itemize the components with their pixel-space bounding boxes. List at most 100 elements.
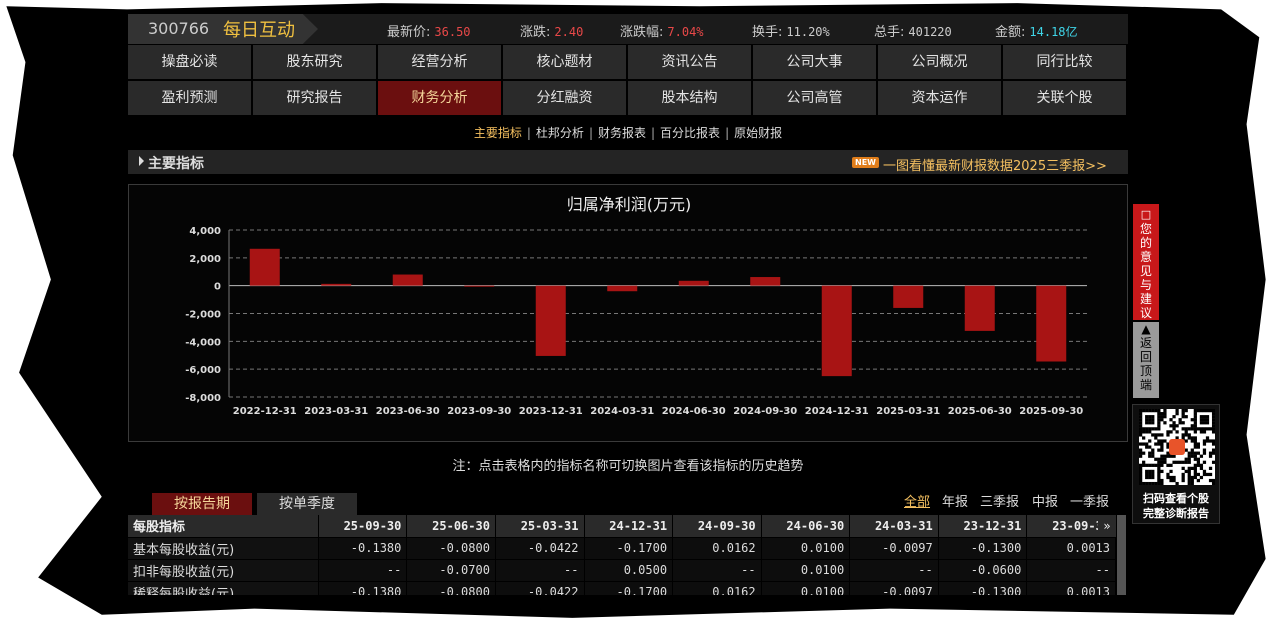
qr-module <box>1193 415 1197 419</box>
qr-module <box>1148 418 1152 422</box>
qr-module <box>1181 478 1185 483</box>
qr-module <box>1193 442 1197 446</box>
table-header-date: 24-09-30 <box>672 515 762 538</box>
nav-item-row1-1[interactable]: 股东研究 <box>253 45 376 79</box>
qr-module <box>1172 475 1176 480</box>
qr-module <box>1166 463 1170 467</box>
subnav-separator: | <box>526 126 531 140</box>
nav-item-row1-2[interactable]: 经营分析 <box>378 45 501 79</box>
qr-module <box>1157 457 1161 461</box>
nav-item-row1-3[interactable]: 核心题材 <box>503 45 626 79</box>
period-1[interactable]: 年报 <box>942 491 968 510</box>
period-4[interactable]: 一季报 <box>1070 491 1109 510</box>
qr-module <box>1178 421 1182 425</box>
qr-module <box>1181 433 1185 437</box>
qr-module <box>1139 433 1143 437</box>
quote-label: 涨跌: <box>520 25 551 40</box>
qr-module <box>1151 415 1155 419</box>
qr-module <box>1211 427 1215 431</box>
qr-module <box>1148 451 1152 455</box>
qr-module <box>1184 430 1188 434</box>
qr-module <box>1181 412 1185 416</box>
qr-module <box>1175 460 1179 464</box>
qr-module <box>1199 415 1204 419</box>
qr-module <box>1139 463 1143 467</box>
nav-item-row2-6[interactable]: 资本运作 <box>878 81 1001 115</box>
qr-module <box>1157 439 1161 443</box>
indicator-value: -0.1300 <box>938 581 1028 595</box>
qr-module <box>1160 442 1164 446</box>
qr-module <box>1163 412 1167 416</box>
period-3[interactable]: 中报 <box>1032 491 1058 510</box>
qr-module <box>1184 469 1188 474</box>
qr-module <box>1151 469 1155 474</box>
x-tick-label: 2022-12-31 <box>233 406 297 417</box>
qr-module <box>1181 460 1185 464</box>
subnav-item-0[interactable]: 主要指标 <box>472 126 524 140</box>
qr-module <box>1148 430 1152 434</box>
nav-item-row2-4[interactable]: 股本结构 <box>628 81 751 115</box>
table-scrollbar[interactable] <box>1117 515 1126 595</box>
qr-module <box>1202 418 1207 422</box>
qr-module <box>1181 427 1185 431</box>
bar-2024-06-30 <box>678 280 709 286</box>
tab-by-report-period[interactable]: 按报告期 <box>152 493 252 515</box>
indicator-value: -- <box>672 559 762 582</box>
nav-item-row2-3[interactable]: 分红融资 <box>503 81 626 115</box>
qr-module <box>1175 409 1179 413</box>
table-header-row: 每股指标 25-09-30 25-06-30 25-03-31 24-12-31 24-0… <box>128 515 1116 538</box>
nav-item-row2-7[interactable]: 关联个股 <box>1003 81 1126 115</box>
subnav-item-3[interactable]: 百分比报表 <box>658 126 722 140</box>
subnav-item-1[interactable]: 杜邦分析 <box>534 126 586 140</box>
nav-item-row2-1[interactable]: 研究报告 <box>253 81 376 115</box>
qr-module <box>1205 409 1210 413</box>
feedback-char: 见 <box>1139 264 1152 278</box>
feedback-button[interactable]: □ 您的意见与建议 <box>1133 204 1159 320</box>
nav-item-row1-7[interactable]: 同行比较 <box>1003 45 1126 79</box>
qr-module <box>1193 463 1197 467</box>
report-summary-link[interactable]: 一图看懂最新财报数据2025三季报>> <box>883 155 1107 174</box>
quote-3: 换手: 11.20% <box>752 21 830 40</box>
qr-module <box>1184 439 1188 443</box>
back-to-top-button[interactable]: ▲ 返回顶端 <box>1133 322 1159 398</box>
feedback-char: 建 <box>1139 292 1152 306</box>
subnav-separator: | <box>588 126 593 140</box>
qr-module <box>1178 460 1182 464</box>
nav-item-row1-0[interactable]: 操盘必读 <box>128 45 251 79</box>
qr-code-icon[interactable] <box>1139 409 1215 485</box>
nav-item-row1-5[interactable]: 公司大事 <box>753 45 876 79</box>
qr-module <box>1175 424 1179 428</box>
qr-module <box>1196 409 1200 413</box>
indicator-name[interactable]: 稀释每股收益(元) <box>128 581 319 595</box>
qr-module <box>1151 475 1155 480</box>
qr-module <box>1181 472 1185 477</box>
indicator-value: -0.0422 <box>495 581 585 595</box>
qr-module <box>1139 424 1143 428</box>
nav-item-row1-6[interactable]: 公司概况 <box>878 45 1001 79</box>
subnav-item-4[interactable]: 原始财报 <box>732 126 784 140</box>
nav-item-row2-2[interactable]: 财务分析 <box>378 81 501 115</box>
indicator-name[interactable]: 基本每股收益(元) <box>128 537 319 560</box>
new-badge: NEW <box>852 157 879 168</box>
qr-module <box>1148 409 1152 413</box>
qr-module <box>1205 418 1210 422</box>
more-columns-button[interactable]: » <box>1098 515 1116 537</box>
qr-module <box>1211 418 1215 422</box>
indicator-name[interactable]: 扣非每股收益(元) <box>128 559 319 582</box>
subnav-item-2[interactable]: 财务报表 <box>596 126 648 140</box>
table-header-date: 25-03-31 <box>495 515 585 538</box>
nav-item-row2-0[interactable]: 盈利预测 <box>128 81 251 115</box>
qr-module <box>1187 469 1191 474</box>
nav-item-row2-5[interactable]: 公司高管 <box>753 81 876 115</box>
qr-module <box>1160 457 1164 461</box>
period-0[interactable]: 全部 <box>904 491 930 510</box>
period-2[interactable]: 三季报 <box>980 491 1019 510</box>
qr-module <box>1193 424 1197 428</box>
qr-module <box>1148 454 1152 458</box>
qr-module <box>1160 439 1164 443</box>
tab-by-single-quarter[interactable]: 按单季度 <box>257 493 357 515</box>
nav-item-row1-4[interactable]: 资讯公告 <box>628 45 751 79</box>
qr-module <box>1142 409 1146 413</box>
qr-module <box>1166 475 1170 480</box>
qr-module <box>1139 412 1143 416</box>
